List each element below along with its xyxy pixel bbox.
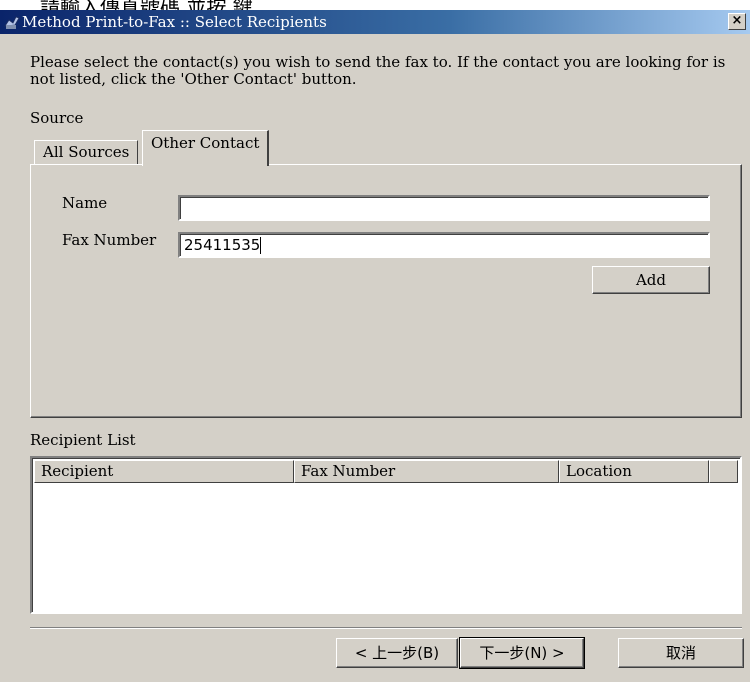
- footer-divider: [30, 627, 742, 629]
- column-header-location[interactable]: Location: [559, 460, 709, 483]
- recipient-list[interactable]: Recipient Fax Number Location: [30, 456, 742, 614]
- fax-number-value: 25411535: [184, 236, 261, 254]
- column-header-filler: [709, 460, 738, 483]
- column-header-recipient[interactable]: Recipient: [34, 460, 294, 483]
- recipient-list-label: Recipient List: [30, 431, 136, 449]
- instructions-text: Please select the contact(s) you wish to…: [30, 53, 726, 88]
- tab-other-contact[interactable]: Other Contact: [142, 130, 270, 166]
- window-title: Method Print-to-Fax :: Select Recipients: [22, 13, 327, 31]
- close-button[interactable]: ×: [728, 13, 746, 30]
- name-label: Name: [62, 194, 108, 212]
- title-bar: Method Print-to-Fax :: Select Recipients…: [0, 10, 750, 34]
- next-button[interactable]: 下一步(N) >: [459, 637, 585, 669]
- text-caret: [260, 237, 262, 254]
- cancel-button[interactable]: 取消: [618, 638, 744, 668]
- column-header-fax-number[interactable]: Fax Number: [294, 460, 559, 483]
- name-field[interactable]: [178, 195, 710, 221]
- source-label: Source: [30, 109, 84, 127]
- fax-number-field[interactable]: 25411535: [178, 232, 710, 258]
- fax-app-icon: [4, 16, 20, 29]
- tab-all-sources[interactable]: All Sources: [34, 140, 139, 164]
- dialog-window: Method Print-to-Fax :: Select Recipients…: [0, 10, 750, 682]
- add-button[interactable]: Add: [592, 266, 710, 294]
- fax-number-label: Fax Number: [62, 231, 157, 249]
- back-button[interactable]: < 上一步(B): [336, 638, 458, 668]
